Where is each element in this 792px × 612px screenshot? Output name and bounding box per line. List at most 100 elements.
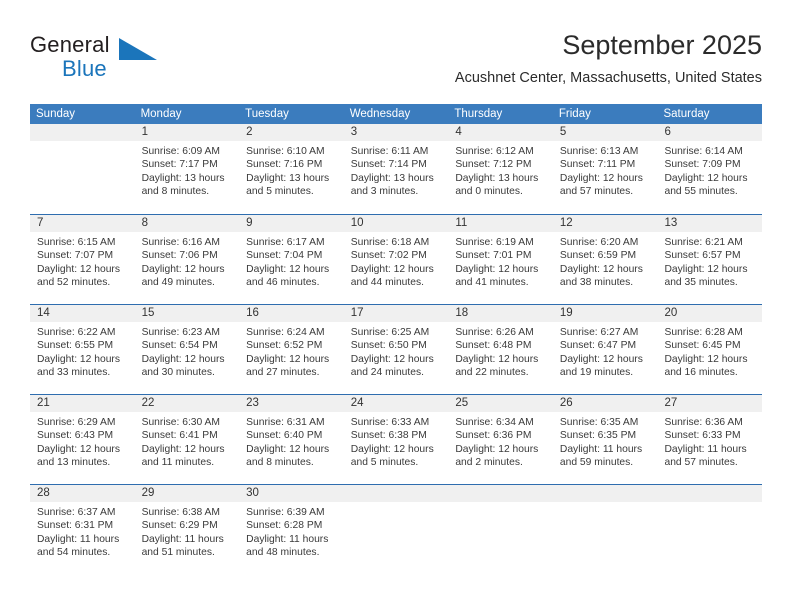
day-number-17[interactable]: 17: [344, 305, 449, 322]
calendar-week-row: 28 29 30 Sunrise: 6:37 AM Sunset: 6:31 PM Day…: [30, 484, 762, 574]
day-cell-30[interactable]: Sunrise: 6:39 AM Sunset: 6:28 PM Daylight:…: [239, 502, 344, 574]
day-number-25[interactable]: 25: [448, 395, 553, 412]
day-number-30[interactable]: 30: [239, 485, 344, 502]
sunrise-time: Sunrise: 6:35 AM: [559, 417, 639, 428]
day-number-10[interactable]: 10: [344, 215, 449, 232]
sunset-time: Sunset: 7:11 PM: [559, 159, 636, 171]
day-number-5[interactable]: 5: [553, 124, 658, 141]
day-number-8[interactable]: 8: [135, 215, 240, 232]
daylight-duration-line2: and 30 minutes.: [141, 367, 215, 379]
day-cell-1[interactable]: Sunrise: 6:09 AM Sunset: 7:17 PM Daylight:…: [135, 141, 240, 213]
day-cell-22[interactable]: Sunrise: 6:30 AM Sunset: 6:41 PM Daylight:…: [135, 412, 240, 484]
day-cell-23[interactable]: Sunrise: 6:31 AM Sunset: 6:40 PM Daylight:…: [239, 412, 344, 484]
day-number-6[interactable]: 6: [657, 124, 762, 141]
calendar-weeks: 1 2 3 4 5 6 Sunrise: 6:09 AM Sunset: 7:17 PM Day…: [30, 124, 762, 574]
day-number-24[interactable]: 24: [344, 395, 449, 412]
day-cell-18[interactable]: Sunrise: 6:26 AM Sunset: 6:48 PM Daylight:…: [448, 322, 553, 394]
sunrise-time: Sunrise: 6:12 AM: [455, 146, 534, 157]
daylight-duration-line2: and 19 minutes.: [559, 367, 634, 379]
daylight-duration-line1: Daylight: 11 hours: [141, 533, 224, 545]
daylight-duration-line1: Daylight: 12 hours: [350, 353, 434, 365]
day-cell-28[interactable]: Sunrise: 6:37 AM Sunset: 6:31 PM Daylight:…: [30, 502, 135, 574]
day-cell-2[interactable]: Sunrise: 6:10 AM Sunset: 7:16 PM Daylight:…: [239, 141, 344, 213]
day-cell-20[interactable]: Sunrise: 6:28 AM Sunset: 6:45 PM Daylight:…: [657, 322, 762, 394]
day-number-11[interactable]: 11: [448, 215, 553, 232]
sunset-time: Sunset: 7:16 PM: [246, 159, 323, 171]
day-cell-empty: [553, 502, 658, 574]
daylight-duration-line1: Daylight: 12 hours: [350, 263, 434, 275]
day-cell-25[interactable]: Sunrise: 6:34 AM Sunset: 6:36 PM Daylight:…: [448, 412, 553, 484]
day-number-7[interactable]: 7: [30, 215, 135, 232]
day-number-1[interactable]: 1: [135, 124, 240, 141]
day-cell-26[interactable]: Sunrise: 6:35 AM Sunset: 6:35 PM Daylight:…: [553, 412, 658, 484]
daylight-duration-line2: and 8 minutes.: [246, 457, 314, 469]
day-number-28[interactable]: 28: [30, 485, 135, 502]
day-number-19[interactable]: 19: [553, 305, 658, 322]
daylight-duration-line1: Daylight: 13 hours: [246, 172, 330, 184]
day-number-26[interactable]: 26: [553, 395, 658, 412]
sunset-time: Sunset: 6:59 PM: [559, 250, 637, 262]
day-cell-29[interactable]: Sunrise: 6:38 AM Sunset: 6:29 PM Daylight:…: [135, 502, 240, 574]
daylight-duration-line2: and 0 minutes.: [455, 186, 523, 198]
day-cell-16[interactable]: Sunrise: 6:24 AM Sunset: 6:52 PM Daylight:…: [239, 322, 344, 394]
daylight-duration-line1: Daylight: 11 hours: [37, 533, 120, 545]
day-cell-15[interactable]: Sunrise: 6:23 AM Sunset: 6:54 PM Daylight:…: [135, 322, 240, 394]
sunrise-time: Sunrise: 6:27 AM: [559, 327, 639, 338]
day-cell-13[interactable]: Sunrise: 6:21 AM Sunset: 6:57 PM Daylight:…: [657, 232, 762, 304]
day-cell-9[interactable]: Sunrise: 6:17 AM Sunset: 7:04 PM Daylight:…: [239, 232, 344, 304]
day-number-2[interactable]: 2: [239, 124, 344, 141]
day-number-12[interactable]: 12: [553, 215, 658, 232]
sunset-time: Sunset: 6:40 PM: [246, 430, 323, 442]
daylight-duration-line1: Daylight: 12 hours: [455, 353, 539, 365]
day-cell-24[interactable]: Sunrise: 6:33 AM Sunset: 6:38 PM Daylight:…: [344, 412, 449, 484]
day-cell-12[interactable]: Sunrise: 6:20 AM Sunset: 6:59 PM Daylight:…: [553, 232, 658, 304]
daylight-duration-line1: Daylight: 11 hours: [246, 533, 329, 545]
day-cell-17[interactable]: Sunrise: 6:25 AM Sunset: 6:50 PM Daylight:…: [344, 322, 449, 394]
day-number-21[interactable]: 21: [30, 395, 135, 412]
day-number-14[interactable]: 14: [30, 305, 135, 322]
day-number-18[interactable]: 18: [448, 305, 553, 322]
day-number-27[interactable]: 27: [657, 395, 762, 412]
daylight-duration-line2: and 27 minutes.: [246, 367, 320, 379]
daylight-duration-line1: Daylight: 12 hours: [37, 353, 120, 365]
day-number-29[interactable]: 29: [135, 485, 240, 502]
day-cell-14[interactable]: Sunrise: 6:22 AM Sunset: 6:55 PM Daylight:…: [30, 322, 135, 394]
day-cell-7[interactable]: Sunrise: 6:15 AM Sunset: 7:07 PM Daylight:…: [30, 232, 135, 304]
day-number-13[interactable]: 13: [657, 215, 762, 232]
day-number-23[interactable]: 23: [239, 395, 344, 412]
day-number-15[interactable]: 15: [135, 305, 240, 322]
day-number-3[interactable]: 3: [344, 124, 449, 141]
day-cell-6[interactable]: Sunrise: 6:14 AM Sunset: 7:09 PM Daylight:…: [657, 141, 762, 213]
day-cell-11[interactable]: Sunrise: 6:19 AM Sunset: 7:01 PM Daylight:…: [448, 232, 553, 304]
day-of-week-thursday: Thursday: [454, 108, 503, 120]
day-cell-4[interactable]: Sunrise: 6:12 AM Sunset: 7:12 PM Daylight:…: [448, 141, 553, 213]
daylight-duration-line1: Daylight: 12 hours: [246, 263, 330, 275]
day-cell-8[interactable]: Sunrise: 6:16 AM Sunset: 7:06 PM Daylight:…: [135, 232, 240, 304]
day-cell-10[interactable]: Sunrise: 6:18 AM Sunset: 7:02 PM Daylight:…: [344, 232, 449, 304]
sunrise-time: Sunrise: 6:34 AM: [455, 417, 534, 428]
daylight-duration-line1: Daylight: 12 hours: [455, 443, 539, 455]
daylight-duration-line2: and 24 minutes.: [350, 367, 425, 379]
sunset-time: Sunset: 7:12 PM: [455, 159, 532, 171]
day-number-4[interactable]: 4: [448, 124, 553, 141]
sunset-time: Sunset: 6:48 PM: [455, 340, 532, 352]
sunset-time: Sunset: 6:28 PM: [246, 520, 323, 532]
brand-logo[interactable]: General Blue: [30, 32, 230, 88]
daylight-duration-line1: Daylight: 12 hours: [37, 443, 120, 455]
day-cell-19[interactable]: Sunrise: 6:27 AM Sunset: 6:47 PM Daylight:…: [553, 322, 658, 394]
day-number-22[interactable]: 22: [135, 395, 240, 412]
daylight-duration-line1: Daylight: 11 hours: [559, 443, 643, 455]
sunrise-time: Sunrise: 6:33 AM: [350, 417, 430, 428]
daylight-duration-line1: Daylight: 12 hours: [141, 353, 225, 365]
day-cell-27[interactable]: Sunrise: 6:36 AM Sunset: 6:33 PM Daylight:…: [657, 412, 762, 484]
sunrise-time: Sunrise: 6:25 AM: [350, 327, 430, 338]
day-cell-21[interactable]: Sunrise: 6:29 AM Sunset: 6:43 PM Daylight:…: [30, 412, 135, 484]
day-number-16[interactable]: 16: [239, 305, 344, 322]
day-cell-5[interactable]: Sunrise: 6:13 AM Sunset: 7:11 PM Daylight:…: [553, 141, 658, 213]
day-number-9[interactable]: 9: [239, 215, 344, 232]
day-number-20[interactable]: 20: [657, 305, 762, 322]
daylight-duration-line1: Daylight: 12 hours: [664, 353, 748, 365]
day-cell-3[interactable]: Sunrise: 6:11 AM Sunset: 7:14 PM Daylight:…: [344, 141, 449, 213]
daylight-duration-line2: and 3 minutes.: [350, 186, 419, 198]
sunset-time: Sunset: 7:07 PM: [37, 250, 114, 262]
